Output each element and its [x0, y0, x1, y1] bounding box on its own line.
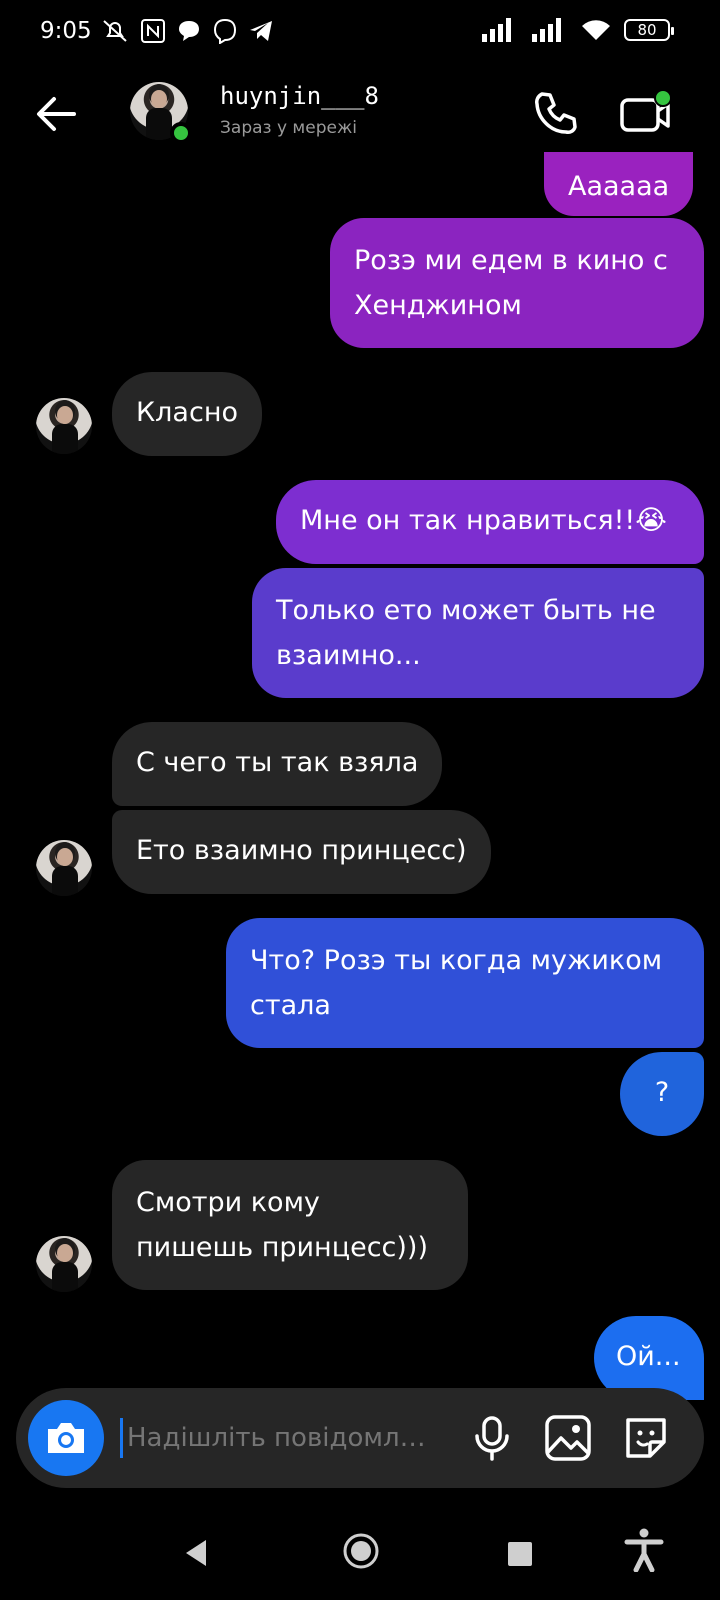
sticker-icon[interactable]: [620, 1412, 672, 1464]
accessibility-icon[interactable]: [624, 1528, 664, 1572]
signal-icon-2: [532, 18, 561, 42]
avatar: [36, 398, 92, 454]
message-outgoing[interactable]: Только ето может быть не взаимно...: [252, 568, 704, 698]
microphone-icon[interactable]: [468, 1414, 516, 1462]
message-text: Только ето может быть не взаимно...: [276, 595, 656, 671]
viber-icon: [213, 18, 237, 44]
battery-icon: 80: [624, 19, 674, 41]
system-navigation-bar: [0, 1510, 720, 1600]
video-camera-icon[interactable]: [618, 88, 674, 140]
chat-header: huynjin___8 Зараз у мережі: [0, 70, 720, 160]
message-outgoing[interactable]: Розэ ми едем в кино с Хенджином: [330, 218, 704, 348]
contact-name[interactable]: huynjin___8: [220, 82, 379, 110]
camera-icon: [48, 1423, 84, 1453]
phone-icon[interactable]: [530, 88, 582, 140]
battery-level: 80: [637, 21, 657, 39]
message-text: Ето взаимно принцесс): [136, 835, 467, 866]
sender-avatar[interactable]: [36, 398, 92, 454]
back-arrow-icon[interactable]: [30, 88, 82, 140]
message-incoming[interactable]: Класно: [112, 372, 262, 456]
message-text: Мне он так нравиться!!😭: [300, 505, 667, 536]
contact-avatar[interactable]: [130, 82, 192, 144]
muted-bell-icon: [103, 20, 127, 42]
message-text: Смотри кому пишешь принцесс))): [136, 1187, 428, 1263]
message-text: Ой...: [616, 1341, 681, 1372]
message-incoming[interactable]: С чего ты так взяла: [112, 722, 443, 806]
online-indicator: [170, 122, 192, 144]
signal-icon: [482, 18, 511, 42]
message-text: ?: [654, 1077, 670, 1108]
nav-recent-apps-icon[interactable]: [508, 1542, 532, 1566]
message-text: Что? Розэ ты когда мужиком стала: [250, 945, 663, 1021]
status-time: 9:05: [40, 18, 92, 44]
message-composer: [16, 1388, 704, 1488]
nav-home-icon[interactable]: [342, 1532, 380, 1570]
camera-button[interactable]: [28, 1400, 104, 1476]
message-outgoing[interactable]: ?: [620, 1052, 704, 1136]
nav-back-icon[interactable]: [182, 1538, 210, 1568]
gallery-icon[interactable]: [542, 1412, 594, 1464]
message-input[interactable]: [120, 1418, 450, 1458]
status-bar: 9:05 80: [0, 0, 720, 70]
sender-avatar[interactable]: [36, 1236, 92, 1292]
sender-avatar[interactable]: [36, 840, 92, 896]
message-text: Класно: [136, 397, 238, 428]
telegram-icon: [250, 21, 272, 41]
notification-icons: [100, 18, 274, 44]
message-incoming[interactable]: Смотри кому пишешь принцесс))): [112, 1160, 468, 1290]
contact-status: Зараз у мережі: [220, 118, 358, 138]
nfc-icon: [141, 19, 165, 43]
message-outgoing[interactable]: Аааааа: [544, 152, 694, 216]
message-text: Розэ ми едем в кино с Хенджином: [354, 245, 668, 321]
system-status: 80: [480, 18, 674, 42]
avatar: [36, 840, 92, 896]
message-text: С чего ты так взяла: [136, 747, 419, 778]
message-text: Аааааа: [568, 171, 670, 202]
avatar: [36, 1236, 92, 1292]
chat-icon: [179, 21, 199, 41]
message-outgoing[interactable]: Мне он так нравиться!!😭: [276, 480, 704, 564]
message-incoming[interactable]: Ето взаимно принцесс): [112, 810, 491, 894]
wifi-icon: [582, 20, 610, 40]
message-outgoing[interactable]: Что? Розэ ты когда мужиком стала: [226, 918, 704, 1048]
